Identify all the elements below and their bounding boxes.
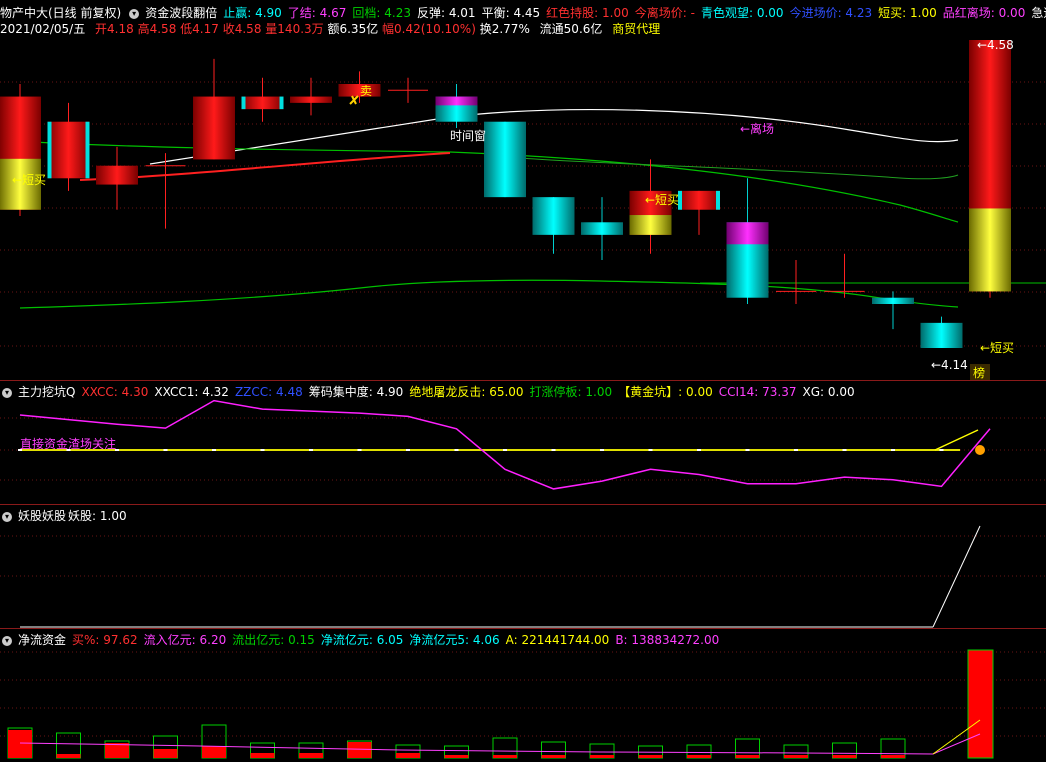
upper-band-line <box>149 108 959 165</box>
inflow-bar <box>396 753 420 758</box>
candle-body <box>47 121 90 179</box>
short-buy-label: ←短买 <box>980 341 1014 355</box>
gold-pit-icon <box>975 445 985 455</box>
inflow-bar <box>881 755 905 758</box>
candle-body <box>290 96 332 103</box>
inflow-bar <box>687 755 711 758</box>
candle-body-segment <box>47 121 52 179</box>
candle-body-segment <box>969 208 1011 292</box>
p2-marker <box>260 449 265 451</box>
cci-line <box>19 399 991 490</box>
p2-marker <box>697 449 701 451</box>
board-label: 榜 <box>973 365 985 380</box>
p2-marker <box>309 449 313 451</box>
short-buy-label: ←短买 <box>645 193 679 207</box>
p2-marker <box>745 449 750 451</box>
mid-band-line <box>0 139 959 223</box>
p2-yellow-line <box>934 429 979 451</box>
inflow-bar <box>299 753 323 758</box>
candle-body-segment <box>85 121 90 179</box>
inflow-bar <box>8 730 32 758</box>
p2-marker <box>648 449 653 451</box>
candle-body <box>241 96 284 110</box>
p2-marker <box>891 449 895 451</box>
inflow-bar <box>967 649 994 759</box>
candle-body-segment <box>241 96 246 110</box>
candle-body <box>484 121 526 198</box>
candle-body-segment <box>279 96 284 110</box>
p2-marker <box>600 449 604 451</box>
candle-body <box>96 165 138 185</box>
time-window-label: 时间窗 <box>450 129 486 143</box>
leave-label: ←离场 <box>740 121 774 136</box>
inflow-bar <box>735 755 760 758</box>
short-buy-label: ←短买 <box>12 173 46 187</box>
p2-marker <box>503 449 507 451</box>
lower-band-line <box>19 279 959 309</box>
candle-body <box>532 197 575 235</box>
candle-body <box>193 96 235 160</box>
inflow-bar <box>153 749 178 758</box>
p2-marker <box>212 449 216 451</box>
candle-body <box>581 222 623 235</box>
inflow-bar <box>444 755 469 758</box>
candle-body-segment <box>629 215 672 235</box>
inflow-bar <box>250 753 275 758</box>
p2-marker <box>163 449 168 451</box>
p2-marker <box>406 449 410 451</box>
inflow-bar <box>202 746 226 758</box>
inflow-bar <box>590 755 614 758</box>
p2-note: 直接资金渣场关注 <box>20 436 116 451</box>
candle-body-segment <box>716 190 720 210</box>
p2-marker <box>842 449 847 451</box>
candle-body-segment <box>726 222 769 245</box>
candle-body-segment <box>435 96 478 106</box>
kline-chart[interactable]: 直接资金渣场关注 ←短买 卖时间窗 ←离场 ←短买 ←短买 ←4.58 ←4.14 榜 <box>0 0 1046 762</box>
sell-label: 卖 <box>360 84 372 98</box>
p2-marker <box>357 449 362 451</box>
low-price-label: ←4.14 <box>931 358 968 372</box>
inflow-bar <box>541 755 566 758</box>
high-price-label: ←4.58 <box>977 38 1014 52</box>
inflow-bar <box>784 755 808 758</box>
inflow-bar <box>832 755 857 758</box>
inflow-bar <box>56 754 81 758</box>
inflow-bar <box>347 742 372 758</box>
candle-body <box>872 297 914 304</box>
inflow-bar <box>493 755 517 758</box>
candle-body <box>678 190 720 210</box>
p2-marker <box>551 449 556 451</box>
inflow-bar <box>638 755 663 758</box>
candle-body <box>920 322 963 348</box>
p2-marker <box>794 449 798 451</box>
sell-marker-icon <box>349 95 359 105</box>
p2-marker <box>939 449 944 451</box>
p2-marker <box>454 449 459 451</box>
